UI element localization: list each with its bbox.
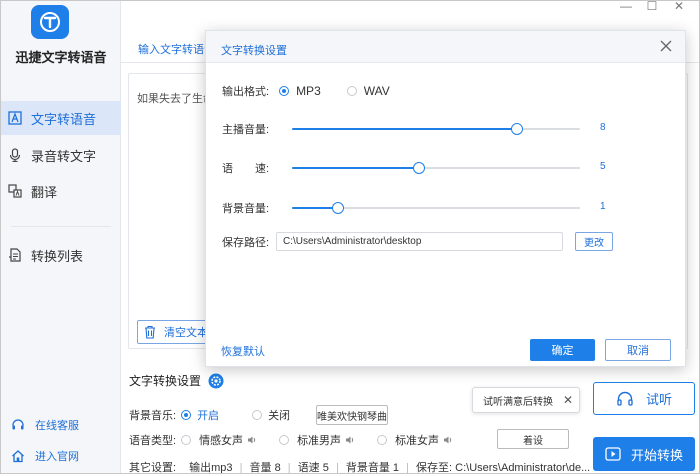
gear-icon[interactable] <box>208 373 224 389</box>
start-conversion-button[interactable]: 开始转换 <box>593 437 695 471</box>
cancel-button[interactable]: 取消 <box>605 339 671 361</box>
dialog-title: 文字转换设置 <box>221 45 287 57</box>
host-volume-value: 8 <box>600 122 606 133</box>
sidebar-item-conversion-list[interactable]: 转换列表 <box>1 238 121 272</box>
reset-defaults-link[interactable]: 恢复默认 <box>221 343 265 359</box>
slider-fill <box>292 167 419 169</box>
headphones-icon <box>617 391 633 406</box>
more-voices-button[interactable]: 着设 <box>497 429 569 449</box>
headset-icon <box>12 419 24 430</box>
close-icon[interactable] <box>659 39 673 53</box>
host-volume-slider[interactable] <box>292 123 580 135</box>
app-logo <box>31 5 69 39</box>
minimize-button[interactable]: — <box>618 1 634 15</box>
logo-t-icon <box>40 12 60 32</box>
translate-icon <box>7 183 23 199</box>
dialog-header: 文字转换设置 <box>206 31 685 63</box>
speed-slider[interactable] <box>292 162 580 174</box>
microphone-icon <box>7 147 23 163</box>
tooltip-close-icon[interactable]: ✕ <box>563 393 573 407</box>
home-icon <box>12 450 24 463</box>
sidebar-item-translate[interactable]: 翻译 <box>1 174 121 208</box>
bg-music-row: 背景音乐: 开启 关闭 <box>129 410 291 422</box>
app-window: 迅捷文字转语音 文字转语音 录音转文字 翻译 转换列表 在线客服 进入官网 — … <box>0 0 700 474</box>
text-input-content: 如果失去了生命 <box>137 93 214 105</box>
bg-volume-row: 背景音量: 1 <box>222 201 606 215</box>
voice-option-radio[interactable] <box>279 435 290 445</box>
maximize-button[interactable]: ☐ <box>644 1 660 15</box>
speaker-icon[interactable] <box>345 435 355 445</box>
sidebar-item-text-to-speech[interactable]: 文字转语音 <box>1 101 121 135</box>
list-icon <box>7 247 23 263</box>
listen-tooltip: 试听满意后转换 ✕ <box>472 387 580 413</box>
tab-text-to-speech[interactable]: 输入文字转语音 <box>138 41 215 57</box>
conversion-settings-dialog: 文字转换设置 输出格式: MP3 WAV 主播音量: 8 语 速: 5 背景音量… <box>205 30 686 367</box>
sidebar-divider <box>11 226 111 227</box>
voice-option-radio[interactable] <box>377 435 388 445</box>
format-mp3-option[interactable]: MP3 <box>279 84 321 98</box>
official-website-link[interactable]: 进入官网 <box>11 447 79 465</box>
conversion-settings-title: 文字转换设置 <box>129 372 224 389</box>
slider-handle[interactable] <box>412 162 425 174</box>
slider-handle[interactable] <box>510 123 523 135</box>
bg-volume-slider[interactable] <box>292 202 580 214</box>
listen-button[interactable]: 试听 <box>593 382 695 415</box>
speaker-icon[interactable] <box>247 435 257 445</box>
sidebar-item-label: 翻译 <box>31 184 58 200</box>
bg-music-track-button[interactable]: 唯美欢快钢琴曲 <box>316 405 388 425</box>
bg-music-on-radio[interactable] <box>181 410 192 420</box>
change-path-button[interactable]: 更改 <box>575 232 613 251</box>
speed-value: 5 <box>600 161 606 172</box>
slider-handle[interactable] <box>332 202 345 214</box>
online-support-link[interactable]: 在线客服 <box>11 416 79 434</box>
app-name: 迅捷文字转语音 <box>15 50 107 65</box>
bg-music-off-radio[interactable] <box>252 410 263 420</box>
save-path-label: 保存路径: <box>222 237 270 249</box>
save-path-input[interactable] <box>276 232 563 251</box>
text-a-icon <box>7 110 23 126</box>
speaker-icon[interactable] <box>443 435 453 445</box>
bg-volume-value: 1 <box>600 201 606 212</box>
host-volume-row: 主播音量: 8 <box>222 122 606 136</box>
other-settings-summary: 其它设置: 输出mp3 | 音量 8 | 语速 5 | 背景音量 1 | 保存至… <box>129 462 591 474</box>
play-icon <box>605 447 621 461</box>
ok-button[interactable]: 确定 <box>530 339 595 361</box>
format-mp3-radio[interactable] <box>279 86 290 96</box>
format-wav-radio[interactable] <box>346 86 357 96</box>
sidebar-item-label: 转换列表 <box>31 248 84 264</box>
voice-type-row: 语音类型: 情感女声 标准男声 标准女声 <box>129 431 453 449</box>
slider-fill <box>292 128 517 130</box>
speed-row: 语 速: 5 <box>222 161 606 175</box>
output-format-row: 输出格式: MP3 WAV <box>222 84 390 98</box>
sidebar-item-speech-to-text[interactable]: 录音转文字 <box>1 138 121 172</box>
sidebar-item-label: 录音转文字 <box>31 148 97 164</box>
format-wav-option[interactable]: WAV <box>346 84 390 98</box>
sidebar-item-label: 文字转语音 <box>31 111 97 127</box>
trash-icon <box>145 325 155 339</box>
voice-option-radio[interactable] <box>181 435 192 445</box>
close-window-button[interactable]: ✕ <box>671 1 687 15</box>
sidebar: 迅捷文字转语音 文字转语音 录音转文字 翻译 转换列表 在线客服 进入官网 <box>1 1 121 473</box>
